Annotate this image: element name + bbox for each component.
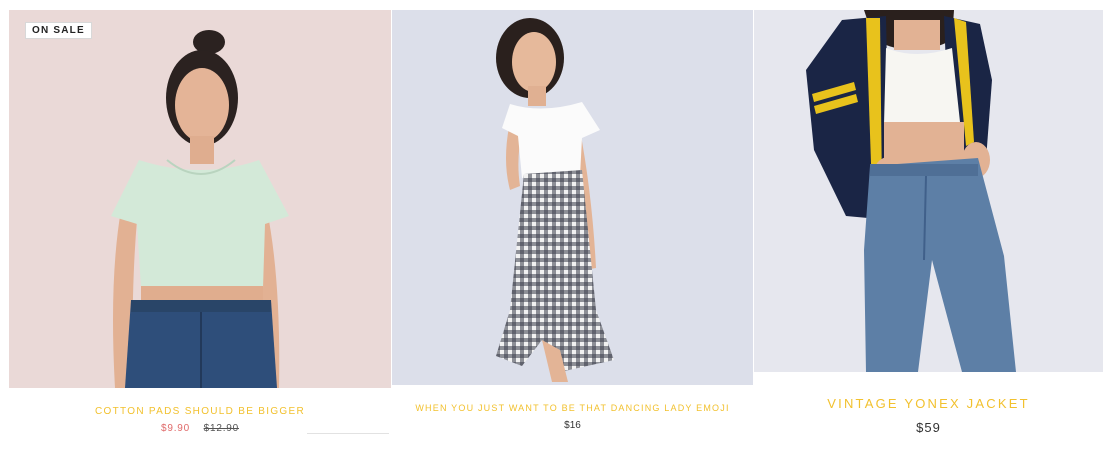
price: $16 [564,420,581,431]
product-card-cotton-pads[interactable]: ON SALE COTTON PADS SHOULD BE BIGGER $9.… [9,10,391,450]
product-card-yonex-jacket[interactable]: VINTAGE YONEX JACKET $59 [754,10,1103,450]
product-title[interactable]: WHEN YOU JUST WANT TO BE THAT DANCING LA… [392,403,753,413]
on-sale-badge: ON SALE [25,22,92,39]
divider [307,433,389,434]
product-card-dancing-lady[interactable]: WHEN YOU JUST WANT TO BE THAT DANCING LA… [392,10,753,450]
price: $59 [916,420,941,435]
product-image[interactable] [754,10,1103,372]
original-price: $12.90 [203,423,239,434]
product-title[interactable]: COTTON PADS SHOULD BE BIGGER [9,406,391,417]
product-title[interactable]: VINTAGE YONEX JACKET [754,396,1103,411]
product-image[interactable] [392,10,753,385]
sale-price: $9.90 [160,423,191,434]
product-image[interactable] [9,10,391,388]
product-grid: ON SALE COTTON PADS SHOULD BE BIGGER $9.… [0,0,1110,452]
